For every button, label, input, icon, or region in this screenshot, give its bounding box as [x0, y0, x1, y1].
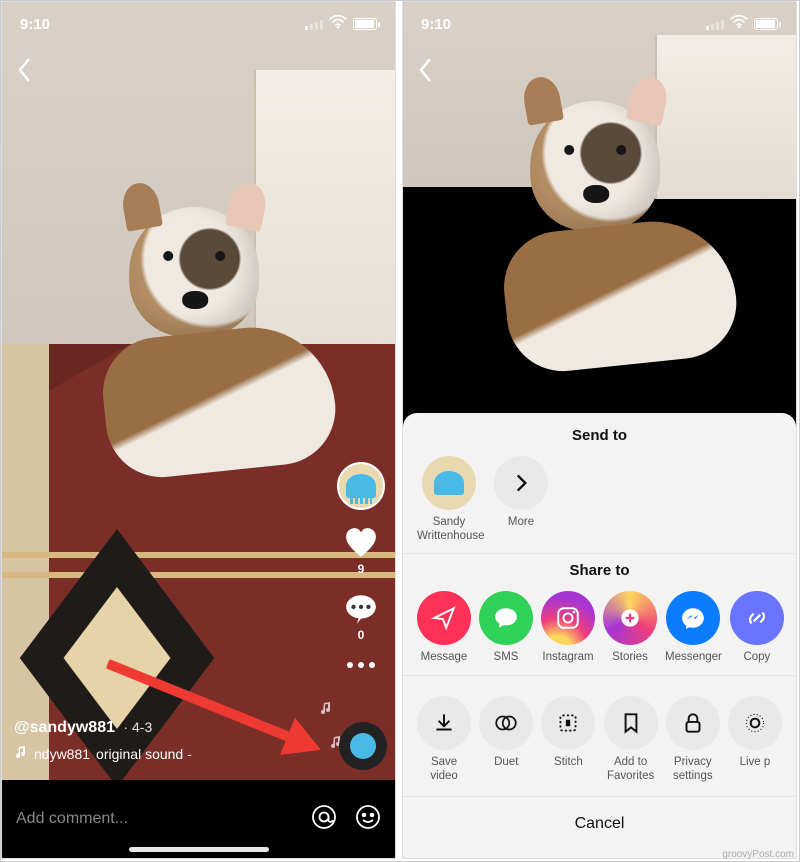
send-to-contact[interactable]: Sandy Writtenhouse: [417, 456, 481, 544]
chevron-left-icon: [417, 56, 435, 84]
download-icon: [431, 710, 457, 736]
send-icon: [431, 605, 457, 631]
action-rail: 9 0: [337, 462, 385, 668]
back-button[interactable]: [417, 56, 435, 89]
emoji-button[interactable]: [355, 804, 381, 835]
comment-icon: [344, 592, 378, 626]
share-copy[interactable]: Copy: [730, 591, 784, 665]
more-button[interactable]: [347, 658, 375, 668]
live-photo-icon: [742, 710, 768, 736]
more-label: More: [489, 516, 553, 530]
status-bar: 9:10: [2, 2, 395, 46]
contact-name: Sandy Writtenhouse: [417, 516, 481, 544]
chevron-left-icon: [16, 56, 34, 84]
share-stories[interactable]: Stories: [603, 591, 657, 665]
battery-icon: [353, 18, 377, 30]
action-add-favorites[interactable]: Add to Favorites: [604, 696, 658, 784]
status-time: 9:10: [421, 16, 451, 33]
comment-input[interactable]: Add comment...: [16, 810, 293, 828]
music-note-icon: [14, 745, 28, 762]
back-button[interactable]: [16, 56, 34, 89]
post-date: · 4-3: [123, 719, 152, 735]
chevron-right-icon: [508, 470, 534, 496]
share-sheet: Send to Sandy Writtenhouse More Share to…: [403, 413, 796, 858]
more-dots-icon: [347, 662, 375, 668]
share-instagram[interactable]: Instagram: [541, 591, 595, 665]
bookmark-icon: [618, 710, 644, 736]
username[interactable]: @sandyw881: [14, 719, 115, 736]
action-duet[interactable]: Duet: [479, 696, 533, 784]
sound-text: original sound -: [96, 746, 192, 762]
battery-icon: [754, 18, 778, 30]
wifi-icon: [730, 15, 748, 34]
sound-row[interactable]: ndyw881 original sound -: [14, 745, 192, 762]
send-to-header: Send to: [403, 427, 796, 444]
watermark: groovyPost.com: [722, 849, 794, 860]
video-subject-dog: [475, 101, 715, 365]
video-subject-dog: [74, 207, 314, 471]
stitch-icon: [555, 710, 581, 736]
at-icon: [311, 804, 337, 830]
action-privacy-settings[interactable]: Privacy settings: [666, 696, 720, 784]
share-messenger[interactable]: Messenger: [665, 591, 722, 665]
status-time: 9:10: [20, 16, 50, 33]
messenger-icon: [680, 605, 706, 631]
cellular-icon: [305, 18, 323, 30]
comment-count: 0: [344, 628, 378, 642]
action-save-video[interactable]: Save video: [417, 696, 471, 784]
comment-button[interactable]: 0: [344, 592, 378, 642]
sound-disc[interactable]: [339, 722, 387, 770]
action-live-photo[interactable]: Live p: [728, 696, 782, 784]
home-indicator[interactable]: [129, 847, 269, 852]
duet-icon: [493, 710, 519, 736]
stories-icon: [617, 605, 643, 631]
share-sms[interactable]: SMS: [479, 591, 533, 665]
link-icon: [744, 605, 770, 631]
send-to-more[interactable]: More: [489, 456, 553, 544]
creator-avatar[interactable]: [337, 462, 385, 510]
like-count: 9: [344, 562, 378, 576]
like-button[interactable]: 9: [344, 526, 378, 576]
smile-icon: [355, 804, 381, 830]
share-message[interactable]: Message: [417, 591, 471, 665]
cellular-icon: [706, 18, 724, 30]
instagram-icon: [555, 605, 581, 631]
action-stitch[interactable]: Stitch: [541, 696, 595, 784]
share-to-header: Share to: [403, 562, 796, 579]
cancel-button[interactable]: Cancel: [403, 796, 796, 851]
wifi-icon: [329, 15, 347, 34]
status-bar: 9:10: [403, 2, 796, 46]
sound-author: ndyw881: [34, 746, 90, 762]
video-meta: @sandyw881 · 4-3 ndyw881 original sound …: [14, 719, 192, 762]
phone-screen-share-sheet: 9:10 Send to Sandy Writtenhouse More Sha…: [402, 1, 797, 859]
sms-icon: [493, 605, 519, 631]
lock-icon: [680, 710, 706, 736]
music-note-icon: [319, 701, 333, 720]
phone-screen-feed: 9:10 9 0 @sandyw881 · 4-3 ndyw881 origin…: [1, 1, 396, 859]
heart-icon: [344, 526, 378, 560]
video-background: [403, 2, 796, 413]
mention-button[interactable]: [311, 804, 337, 835]
